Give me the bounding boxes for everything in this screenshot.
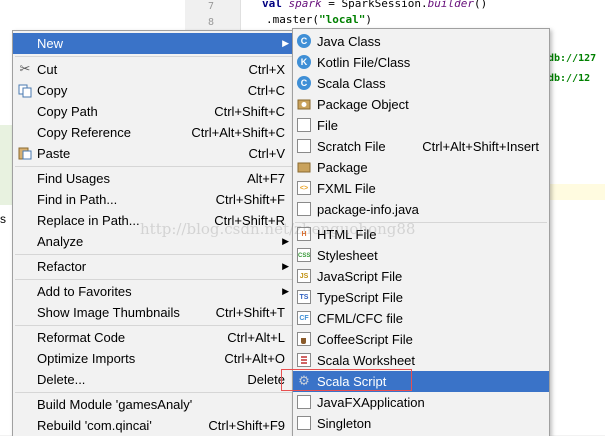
copy-icon bbox=[18, 84, 32, 98]
cfml-file-icon: CF bbox=[297, 311, 311, 325]
menu-item-copy-reference[interactable]: Copy Reference Ctrl+Alt+Shift+C bbox=[13, 122, 295, 143]
submenu-item-package[interactable]: Package bbox=[293, 157, 549, 178]
menu-item-rebuild[interactable]: Rebuild 'com.qincai' Ctrl+Shift+F9 bbox=[13, 415, 295, 436]
submenu-item-fxml-file[interactable]: <> FXML File bbox=[293, 178, 549, 199]
menu-item-cut[interactable]: ✂ Cut Ctrl+X bbox=[13, 59, 295, 80]
menu-item-optimize-imports[interactable]: Optimize Imports Ctrl+Alt+O bbox=[13, 348, 295, 369]
file-icon bbox=[297, 118, 311, 132]
line-number: 8 bbox=[207, 17, 214, 28]
package-info-icon bbox=[297, 202, 311, 216]
singleton-icon bbox=[297, 416, 311, 430]
menu-item-copy[interactable]: Copy Ctrl+C bbox=[13, 80, 295, 101]
submenu-item-java-class[interactable]: C Java Class bbox=[293, 31, 549, 52]
menu-item-delete[interactable]: Delete... Delete bbox=[13, 369, 295, 390]
menu-item-copy-path[interactable]: Copy Path Ctrl+Shift+C bbox=[13, 101, 295, 122]
menu-item-show-image-thumbnails[interactable]: Show Image Thumbnails Ctrl+Shift+T bbox=[13, 302, 295, 323]
menu-item-find-usages[interactable]: Find Usages Alt+F7 bbox=[13, 168, 295, 189]
watermark: http://blog.csdn.net/zhenguohong88 bbox=[140, 220, 416, 238]
menu-item-add-to-favorites[interactable]: Add to Favorites ▶ bbox=[13, 281, 295, 302]
submenu-item-typescript-file[interactable]: TS TypeScript File bbox=[293, 287, 549, 308]
code-line: val spark = SparkSession.builder() bbox=[262, 0, 488, 10]
javafx-application-icon bbox=[297, 395, 311, 409]
submenu-item-javascript-file[interactable]: JS JavaScript File bbox=[293, 266, 549, 287]
submenu-item-singleton[interactable]: Singleton bbox=[293, 413, 549, 434]
submenu-item-kotlin-file[interactable]: K Kotlin File/Class bbox=[293, 52, 549, 73]
submenu-item-file[interactable]: File bbox=[293, 115, 549, 136]
java-class-icon: C bbox=[297, 34, 311, 48]
submenu-item-scala-worksheet[interactable]: Scala Worksheet bbox=[293, 350, 549, 371]
submenu-item-javafx-application[interactable]: JavaFXApplication bbox=[293, 392, 549, 413]
menu-item-refactor[interactable]: Refactor ▶ bbox=[13, 256, 295, 277]
scala-class-icon: C bbox=[297, 76, 311, 90]
javascript-file-icon: JS bbox=[297, 269, 311, 283]
highlight-box bbox=[281, 369, 412, 391]
menu-separator bbox=[15, 279, 293, 280]
kotlin-file-icon: K bbox=[297, 55, 311, 69]
paste-icon bbox=[18, 146, 32, 160]
menu-separator bbox=[15, 254, 293, 255]
code-fragment: db://127 bbox=[548, 53, 597, 64]
line-number: 7 bbox=[207, 1, 214, 12]
submenu-arrow-icon: ▶ bbox=[282, 38, 289, 48]
scratch-file-icon bbox=[297, 139, 311, 153]
menu-item-new[interactable]: New ▶ bbox=[13, 33, 295, 54]
menu-item-find-in-path[interactable]: Find in Path... Ctrl+Shift+F bbox=[13, 189, 295, 210]
menu-separator bbox=[15, 392, 293, 393]
fxml-file-icon: <> bbox=[297, 181, 311, 195]
menu-item-paste[interactable]: Paste Ctrl+V bbox=[13, 143, 295, 164]
package-icon bbox=[297, 160, 311, 174]
scala-worksheet-icon bbox=[297, 353, 311, 367]
submenu-arrow-icon: ▶ bbox=[282, 261, 289, 271]
menu-separator bbox=[15, 56, 293, 57]
submenu-item-scala-class[interactable]: C Scala Class bbox=[293, 73, 549, 94]
line-highlight bbox=[548, 184, 605, 200]
left-panel-fragment: s bbox=[0, 212, 6, 226]
submenu-item-scratch-file[interactable]: Scratch File Ctrl+Alt+Shift+Insert bbox=[293, 136, 549, 157]
typescript-file-icon: TS bbox=[297, 290, 311, 304]
menu-item-build-module[interactable]: Build Module 'gamesAnaly' bbox=[13, 394, 295, 415]
code-fragment: db://12 bbox=[548, 73, 591, 84]
submenu-item-package-object[interactable]: Package Object bbox=[293, 94, 549, 115]
package-object-icon bbox=[297, 97, 311, 111]
submenu-item-coffeescript-file[interactable]: CoffeeScript File bbox=[293, 329, 549, 350]
code-line: .master("local") bbox=[266, 13, 372, 26]
menu-item-reformat-code[interactable]: Reformat Code Ctrl+Alt+L bbox=[13, 327, 295, 348]
submenu-arrow-icon: ▶ bbox=[282, 286, 289, 296]
scissors-icon: ✂ bbox=[19, 61, 31, 76]
submenu-item-stylesheet[interactable]: CSS Stylesheet bbox=[293, 245, 549, 266]
stylesheet-icon: CSS bbox=[297, 248, 311, 262]
menu-separator bbox=[15, 325, 293, 326]
coffeescript-file-icon bbox=[297, 332, 311, 346]
menu-separator bbox=[15, 166, 293, 167]
submenu-item-package-info[interactable]: package-info.java bbox=[293, 199, 549, 220]
left-panel-band bbox=[0, 125, 12, 205]
submenu-item-cfml-file[interactable]: CF CFML/CFC file bbox=[293, 308, 549, 329]
